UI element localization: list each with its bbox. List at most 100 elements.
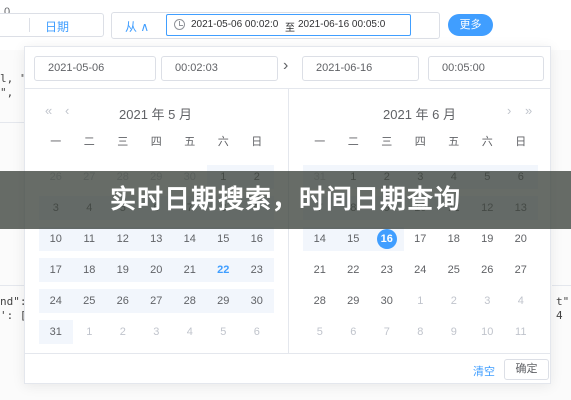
date-cell[interactable]: 1	[73, 320, 107, 344]
date-cell[interactable]: 26	[471, 258, 505, 282]
date-cell[interactable]: 2	[437, 289, 471, 313]
date-cell[interactable]: 21	[173, 257, 207, 282]
date-cell[interactable]: 29	[206, 288, 240, 313]
date-cell[interactable]: 15	[206, 226, 240, 251]
date-cell[interactable]: 28	[173, 288, 207, 313]
weekday-label: 六	[217, 136, 229, 148]
date-cell[interactable]: 16	[240, 226, 274, 251]
date-cell[interactable]: 11	[72, 226, 106, 251]
date-cell[interactable]: 20	[504, 227, 538, 251]
calendar-week-row: 21 22 23 24 25 26 27	[303, 254, 538, 285]
date-cell[interactable]: 24	[39, 288, 73, 313]
date-cell[interactable]: 5	[303, 320, 337, 344]
date-cell[interactable]: 6	[240, 320, 274, 344]
date-cell[interactable]: 4	[504, 289, 538, 313]
date-cell[interactable]: 20	[139, 257, 173, 282]
calendar-week-row: 24 25 26 27 28 29 30	[39, 285, 274, 316]
more-button[interactable]: 更多	[448, 14, 493, 36]
banner-title: 实时日期搜索，时间日期查询	[109, 185, 461, 215]
date-cell[interactable]: 27	[139, 288, 173, 313]
end-date-input[interactable]: 2021-06-16	[302, 56, 419, 81]
date-cell[interactable]: 10	[39, 226, 73, 251]
date-cell[interactable]: 16	[370, 226, 404, 251]
date-cell[interactable]: 14	[173, 226, 207, 251]
weekday-label: 二	[347, 136, 359, 148]
date-cell[interactable]: 26	[106, 288, 140, 313]
weekday-label: 五	[448, 136, 460, 148]
date-cell[interactable]: 24	[404, 258, 438, 282]
divider	[0, 122, 24, 123]
prev-month-icon[interactable]: ‹	[65, 103, 69, 118]
chevron-right-icon: ›	[283, 57, 289, 74]
date-cell[interactable]: 22	[206, 257, 240, 282]
date-cell[interactable]: 5	[207, 320, 241, 344]
next-month-icon[interactable]: ›	[507, 103, 511, 118]
date-cell[interactable]: 23	[370, 258, 404, 282]
date-cell[interactable]: 19	[106, 257, 140, 282]
weekday-label: 二	[83, 136, 95, 148]
range-separator: 至	[285, 23, 295, 34]
date-cell[interactable]: 13	[139, 226, 173, 251]
calendar-week-row: 31123456	[39, 316, 274, 347]
date-cell[interactable]: 18	[437, 227, 471, 251]
clock-icon	[174, 19, 185, 30]
date-cell[interactable]: 6	[337, 320, 371, 344]
date-cell[interactable]: 15	[336, 226, 370, 251]
date-cell[interactable]: 30	[240, 288, 274, 313]
date-cell[interactable]: 27	[504, 258, 538, 282]
weekday-header: 一二三四五六日	[303, 133, 538, 149]
date-cell[interactable]: 25	[437, 258, 471, 282]
date-cell[interactable]: 17	[404, 227, 438, 251]
period-select[interactable]: 日期	[0, 13, 104, 37]
date-cell[interactable]: 12	[106, 226, 140, 251]
divider	[552, 285, 571, 286]
date-cell[interactable]: 30	[370, 289, 404, 313]
date-cell[interactable]: 2	[106, 320, 140, 344]
weekday-label: 一	[314, 136, 326, 148]
date-cell[interactable]: 21	[303, 258, 337, 282]
date-cell[interactable]: 1	[404, 289, 438, 313]
select-divider	[29, 18, 30, 32]
start-time-input[interactable]: 00:02:03	[161, 56, 278, 81]
date-cell[interactable]: 4	[173, 320, 207, 344]
date-cell[interactable]: 3	[471, 289, 505, 313]
confirm-button[interactable]: 确定	[504, 359, 549, 380]
date-cell[interactable]: 23	[240, 257, 274, 282]
range-toggle[interactable]: 从 ∧	[125, 18, 149, 35]
date-cell[interactable]: 10	[471, 320, 505, 344]
date-cell[interactable]: 25	[72, 288, 106, 313]
date-cell[interactable]: 17	[39, 257, 73, 282]
prev-year-icon[interactable]: «	[45, 103, 52, 118]
left-calendar: « ‹ 2021 年 5 月 一二三四五六日 26272829301234567…	[25, 89, 287, 344]
weekday-label: 三	[381, 136, 393, 148]
filter-bar: 0 日期 从 ∧ 2021-05-06 00:02:0 至 2021-06-16…	[0, 0, 571, 50]
date-cell[interactable]: 31	[39, 319, 73, 344]
date-cell[interactable]: 11	[504, 320, 538, 344]
right-calendar-header: 2021 年 6 月 › »	[289, 89, 551, 133]
picker-header: 2021-05-06 00:02:03 › 2021-06-16 00:05:0…	[25, 47, 550, 89]
weekday-label: 五	[184, 136, 196, 148]
date-cell[interactable]: 22	[337, 258, 371, 282]
start-date-input[interactable]: 2021-05-06	[34, 56, 156, 81]
calendar-week-row: 28 29 30 1 2 3 4	[303, 285, 538, 316]
date-cell[interactable]: 9	[437, 320, 471, 344]
datetime-range-input[interactable]: 2021-05-06 00:02:0 至 2021-06-16 00:05:0	[166, 14, 411, 36]
date-cell[interactable]: 18	[72, 257, 106, 282]
weekday-label: 日	[515, 136, 527, 148]
left-calendar-header: « ‹ 2021 年 5 月	[25, 89, 287, 133]
date-cell[interactable]: 19	[471, 227, 505, 251]
next-year-icon[interactable]: »	[525, 103, 532, 118]
date-cell[interactable]: 8	[404, 320, 438, 344]
title-banner: 实时日期搜索，时间日期查询	[0, 171, 571, 229]
weekday-label: 六	[481, 136, 493, 148]
clear-button[interactable]: 清空	[473, 363, 495, 379]
weekday-label: 日	[251, 136, 263, 148]
date-cell[interactable]: 3	[140, 320, 174, 344]
weekday-label: 四	[414, 136, 426, 148]
date-cell[interactable]: 28	[303, 289, 337, 313]
date-cell[interactable]: 7	[370, 320, 404, 344]
date-cell[interactable]: 14	[303, 226, 337, 251]
range-start-value: 2021-05-06 00:02:0	[191, 19, 279, 30]
end-time-input[interactable]: 00:05:00	[428, 56, 544, 81]
date-cell[interactable]: 29	[337, 289, 371, 313]
